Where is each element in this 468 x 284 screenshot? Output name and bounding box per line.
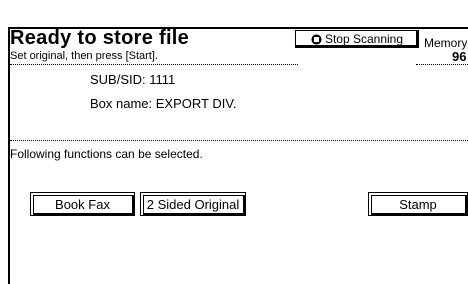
stamp-button[interactable]: Stamp xyxy=(368,192,468,216)
two-sided-original-button[interactable]: 2 Sided Original xyxy=(140,192,246,216)
instruction-text: Set original, then press [Start]. xyxy=(10,50,158,62)
functions-hint: Following functions can be selected. xyxy=(10,147,203,161)
two-sided-original-label: 2 Sided Original xyxy=(146,196,240,212)
sub-sid-text: SUB/SID: 1111 xyxy=(90,72,176,87)
stop-scanning-button[interactable]: Stop Scanning xyxy=(295,30,419,48)
box-name-text: Box name: EXPORT DIV. xyxy=(90,96,237,111)
memory-value: 96 xyxy=(452,49,467,64)
page-title: Ready to store file xyxy=(10,27,190,49)
stamp-label: Stamp xyxy=(399,196,437,212)
divider xyxy=(10,140,468,141)
divider xyxy=(416,64,468,65)
memory-label: Memory xyxy=(424,36,468,50)
stop-icon xyxy=(311,33,322,45)
book-fax-label: Book Fax xyxy=(55,196,110,212)
top-bar xyxy=(0,0,468,27)
book-fax-button[interactable]: Book Fax xyxy=(30,192,135,216)
stop-scanning-label: Stop Scanning xyxy=(324,32,404,46)
divider xyxy=(10,64,298,65)
